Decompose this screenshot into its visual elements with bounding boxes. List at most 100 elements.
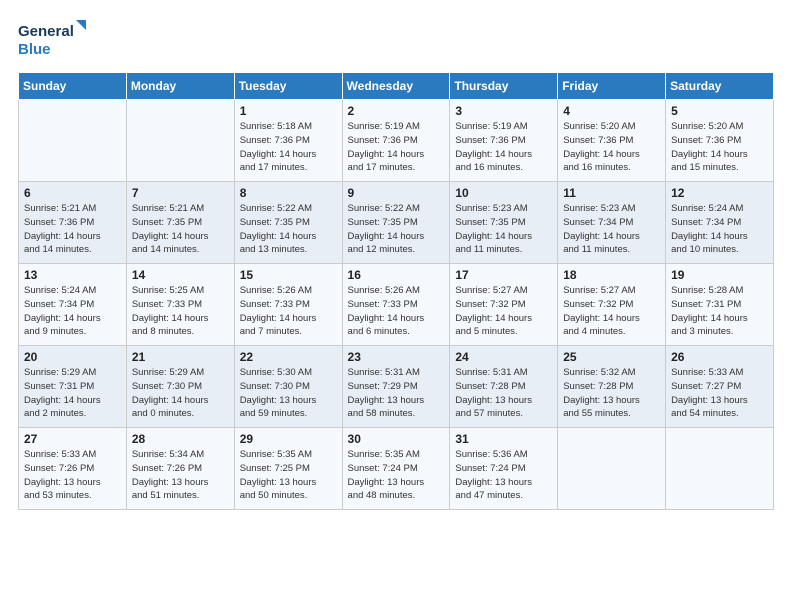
weekday-header-saturday: Saturday [666,73,774,100]
day-cell: 18Sunrise: 5:27 AM Sunset: 7:32 PM Dayli… [558,264,666,346]
calendar-page: General Blue SundayMondayTuesdayWednesda… [0,0,792,612]
day-cell: 19Sunrise: 5:28 AM Sunset: 7:31 PM Dayli… [666,264,774,346]
day-info: Sunrise: 5:27 AM Sunset: 7:32 PM Dayligh… [455,284,552,339]
day-info: Sunrise: 5:24 AM Sunset: 7:34 PM Dayligh… [24,284,121,339]
day-info: Sunrise: 5:35 AM Sunset: 7:24 PM Dayligh… [348,448,445,503]
day-info: Sunrise: 5:33 AM Sunset: 7:27 PM Dayligh… [671,366,768,421]
day-cell: 14Sunrise: 5:25 AM Sunset: 7:33 PM Dayli… [126,264,234,346]
day-info: Sunrise: 5:29 AM Sunset: 7:30 PM Dayligh… [132,366,229,421]
day-number: 23 [348,350,445,364]
day-number: 14 [132,268,229,282]
week-row-5: 27 Sunrise: 5:33 AM Sunset: 7:26 PM Dayli… [19,428,774,510]
logo: General Blue [18,18,88,60]
day-info: Sunrise: 5:31 AM Sunset: 7:29 PM Dayligh… [348,366,445,421]
day-number: 30 [348,432,445,446]
day-cell: 24 Sunrise: 5:31 AM Sunset: 7:28 PM Dayli… [450,346,558,428]
day-info: Sunrise: 5:31 AM Sunset: 7:28 PM Dayligh… [455,366,552,421]
day-number: 19 [671,268,768,282]
day-number: 16 [348,268,445,282]
day-number: 11 [563,186,660,200]
day-info: Sunrise: 5:22 AM Sunset: 7:35 PM Dayligh… [348,202,445,257]
day-cell [19,100,127,182]
day-number: 28 [132,432,229,446]
day-number: 5 [671,104,768,118]
day-cell: 10 Sunrise: 5:23 AM Sunset: 7:35 PM Dayli… [450,182,558,264]
day-cell: 21 Sunrise: 5:29 AM Sunset: 7:30 PM Dayli… [126,346,234,428]
weekday-header-thursday: Thursday [450,73,558,100]
day-info: Sunrise: 5:20 AM Sunset: 7:36 PM Dayligh… [671,120,768,175]
day-number: 8 [240,186,337,200]
logo-svg: General Blue [18,18,88,60]
day-number: 2 [348,104,445,118]
day-cell: 11Sunrise: 5:23 AM Sunset: 7:34 PM Dayli… [558,182,666,264]
day-cell [126,100,234,182]
day-number: 29 [240,432,337,446]
weekday-header-monday: Monday [126,73,234,100]
day-cell: 1Sunrise: 5:18 AM Sunset: 7:36 PM Daylig… [234,100,342,182]
day-cell: 2Sunrise: 5:19 AM Sunset: 7:36 PM Daylig… [342,100,450,182]
day-number: 4 [563,104,660,118]
day-number: 21 [132,350,229,364]
day-number: 6 [24,186,121,200]
weekday-header-sunday: Sunday [19,73,127,100]
week-row-3: 13 Sunrise: 5:24 AM Sunset: 7:34 PM Dayli… [19,264,774,346]
day-cell: 17 Sunrise: 5:27 AM Sunset: 7:32 PM Dayli… [450,264,558,346]
day-cell: 4 Sunrise: 5:20 AM Sunset: 7:36 PM Daylig… [558,100,666,182]
day-cell: 8 Sunrise: 5:22 AM Sunset: 7:35 PM Daylig… [234,182,342,264]
header: General Blue [18,18,774,60]
day-info: Sunrise: 5:20 AM Sunset: 7:36 PM Dayligh… [563,120,660,175]
weekday-header-friday: Friday [558,73,666,100]
day-cell: 29 Sunrise: 5:35 AM Sunset: 7:25 PM Dayli… [234,428,342,510]
day-number: 24 [455,350,552,364]
day-cell: 7 Sunrise: 5:21 AM Sunset: 7:35 PM Daylig… [126,182,234,264]
day-cell: 3Sunrise: 5:19 AM Sunset: 7:36 PM Daylig… [450,100,558,182]
day-number: 15 [240,268,337,282]
day-info: Sunrise: 5:23 AM Sunset: 7:35 PM Dayligh… [455,202,552,257]
day-cell [558,428,666,510]
day-cell: 15 Sunrise: 5:26 AM Sunset: 7:33 PM Dayli… [234,264,342,346]
week-row-2: 6 Sunrise: 5:21 AM Sunset: 7:36 PM Daylig… [19,182,774,264]
svg-text:Blue: Blue [18,41,51,58]
day-info: Sunrise: 5:34 AM Sunset: 7:26 PM Dayligh… [132,448,229,503]
day-number: 18 [563,268,660,282]
day-cell: 31 Sunrise: 5:36 AM Sunset: 7:24 PM Dayli… [450,428,558,510]
day-number: 1 [240,104,337,118]
day-cell: 6 Sunrise: 5:21 AM Sunset: 7:36 PM Daylig… [19,182,127,264]
day-cell: 9Sunrise: 5:22 AM Sunset: 7:35 PM Daylig… [342,182,450,264]
day-info: Sunrise: 5:35 AM Sunset: 7:25 PM Dayligh… [240,448,337,503]
day-number: 31 [455,432,552,446]
day-info: Sunrise: 5:32 AM Sunset: 7:28 PM Dayligh… [563,366,660,421]
week-row-1: 1Sunrise: 5:18 AM Sunset: 7:36 PM Daylig… [19,100,774,182]
day-number: 10 [455,186,552,200]
day-cell: 26 Sunrise: 5:33 AM Sunset: 7:27 PM Dayli… [666,346,774,428]
day-info: Sunrise: 5:21 AM Sunset: 7:36 PM Dayligh… [24,202,121,257]
day-cell: 23 Sunrise: 5:31 AM Sunset: 7:29 PM Dayli… [342,346,450,428]
day-number: 25 [563,350,660,364]
day-number: 20 [24,350,121,364]
day-cell: 5 Sunrise: 5:20 AM Sunset: 7:36 PM Daylig… [666,100,774,182]
week-row-4: 20 Sunrise: 5:29 AM Sunset: 7:31 PM Dayli… [19,346,774,428]
day-cell: 16Sunrise: 5:26 AM Sunset: 7:33 PM Dayli… [342,264,450,346]
day-info: Sunrise: 5:26 AM Sunset: 7:33 PM Dayligh… [240,284,337,339]
day-number: 3 [455,104,552,118]
weekday-header-tuesday: Tuesday [234,73,342,100]
day-number: 26 [671,350,768,364]
day-cell: 12Sunrise: 5:24 AM Sunset: 7:34 PM Dayli… [666,182,774,264]
day-info: Sunrise: 5:33 AM Sunset: 7:26 PM Dayligh… [24,448,121,503]
day-cell: 28 Sunrise: 5:34 AM Sunset: 7:26 PM Dayli… [126,428,234,510]
day-info: Sunrise: 5:21 AM Sunset: 7:35 PM Dayligh… [132,202,229,257]
day-info: Sunrise: 5:36 AM Sunset: 7:24 PM Dayligh… [455,448,552,503]
day-info: Sunrise: 5:22 AM Sunset: 7:35 PM Dayligh… [240,202,337,257]
day-number: 7 [132,186,229,200]
weekday-header-row: SundayMondayTuesdayWednesdayThursdayFrid… [19,73,774,100]
day-cell: 25 Sunrise: 5:32 AM Sunset: 7:28 PM Dayli… [558,346,666,428]
day-cell: 30 Sunrise: 5:35 AM Sunset: 7:24 PM Dayli… [342,428,450,510]
day-cell: 22Sunrise: 5:30 AM Sunset: 7:30 PM Dayli… [234,346,342,428]
calendar-table: SundayMondayTuesdayWednesdayThursdayFrid… [18,72,774,510]
day-cell: 27 Sunrise: 5:33 AM Sunset: 7:26 PM Dayli… [19,428,127,510]
day-number: 27 [24,432,121,446]
day-info: Sunrise: 5:29 AM Sunset: 7:31 PM Dayligh… [24,366,121,421]
day-number: 22 [240,350,337,364]
day-number: 17 [455,268,552,282]
day-number: 13 [24,268,121,282]
